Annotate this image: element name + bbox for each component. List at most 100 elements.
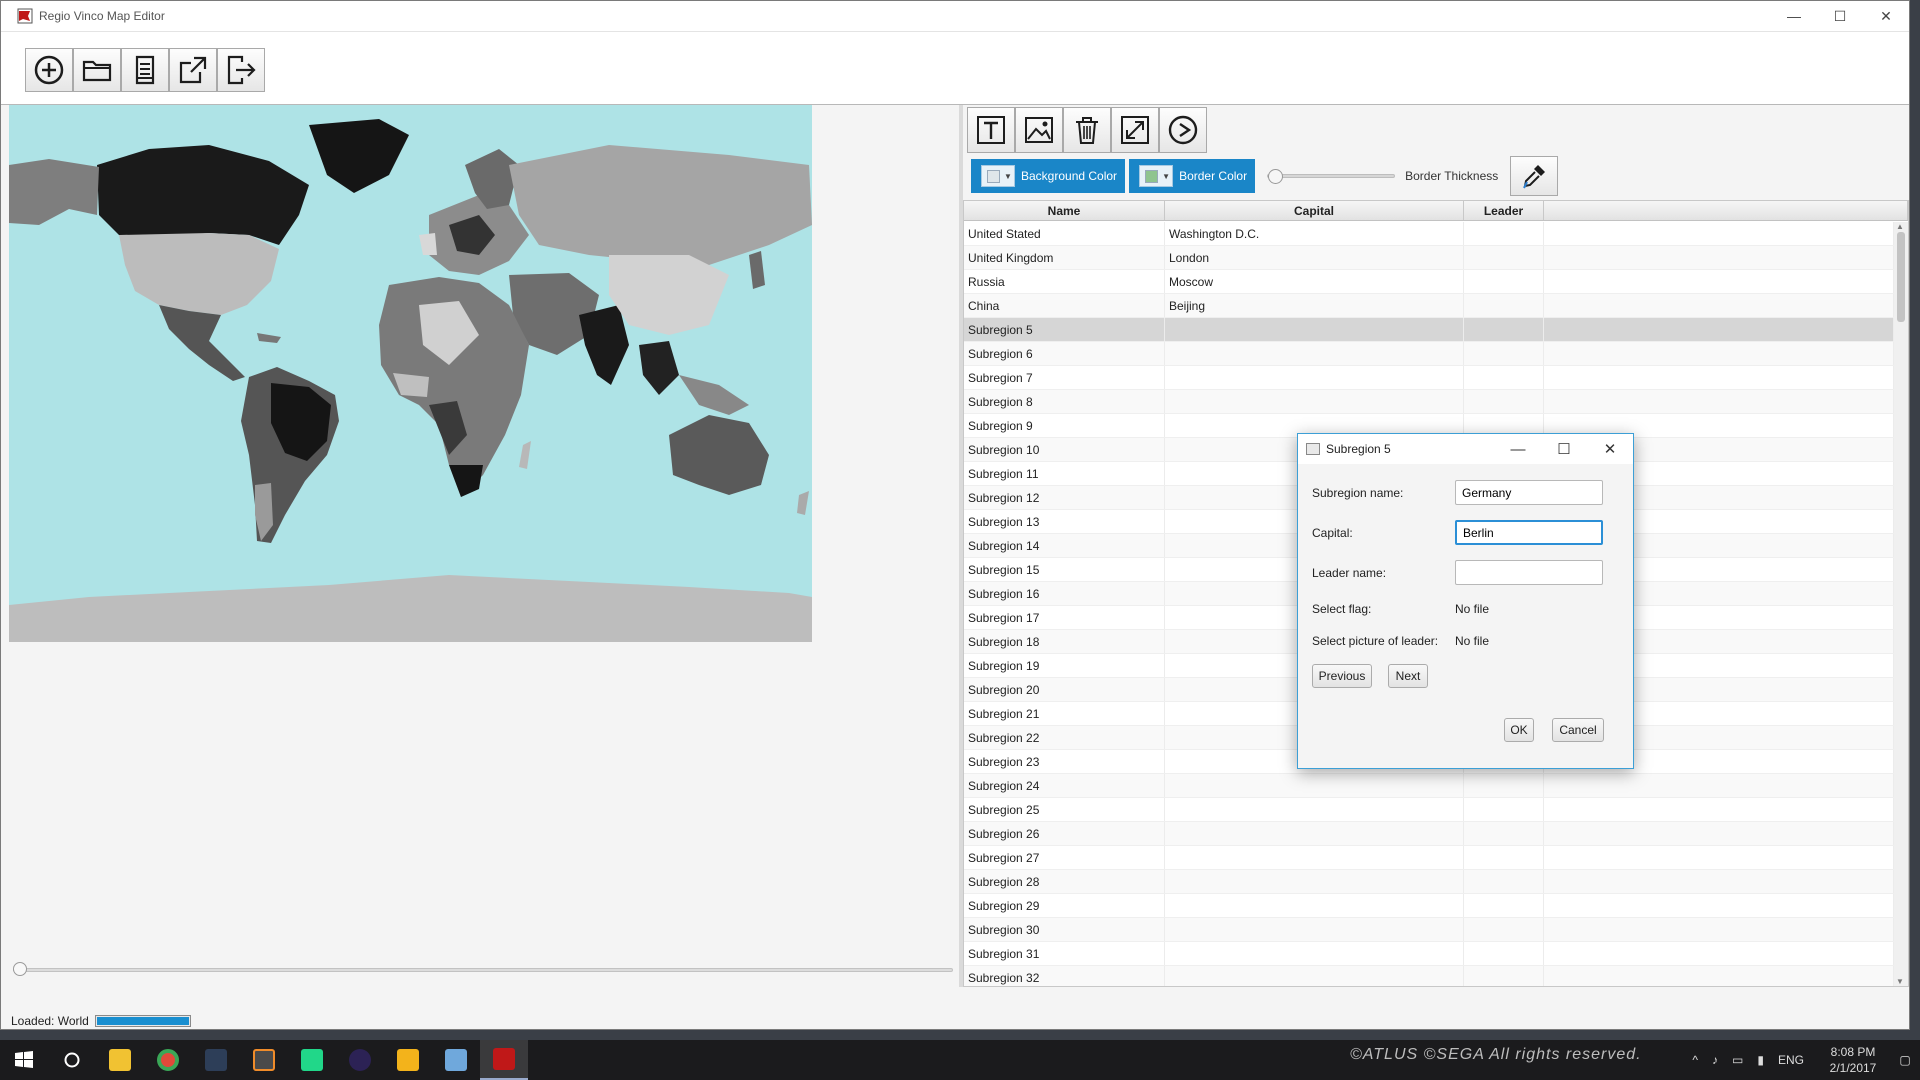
volume-icon[interactable]: ♪	[1712, 1053, 1718, 1067]
table-row[interactable]: Subregion 24	[964, 774, 1894, 798]
table-scrollbar[interactable]: ▲ ▼	[1894, 222, 1908, 986]
show-hidden-icons-icon[interactable]: ^	[1692, 1053, 1698, 1067]
border-thickness-control: Border Thickness	[1267, 169, 1498, 184]
resize-button[interactable]	[1111, 107, 1159, 153]
taskbar-regio-vinco[interactable]	[480, 1040, 528, 1080]
table-row[interactable]: Subregion 6	[964, 342, 1894, 366]
network-icon[interactable]: ▭	[1732, 1053, 1743, 1067]
next-button[interactable]: Next	[1388, 664, 1428, 688]
eyedropper-button[interactable]	[1510, 156, 1559, 196]
cell-name: Subregion 7	[964, 366, 1165, 389]
close-button[interactable]: ✕	[1863, 1, 1909, 32]
window-title: Regio Vinco Map Editor	[39, 9, 165, 23]
delete-button[interactable]	[1063, 107, 1111, 153]
cell-name: Subregion 22	[964, 726, 1165, 749]
flag-file-link[interactable]: No file	[1455, 602, 1489, 616]
taskbar-app-1[interactable]	[192, 1040, 240, 1080]
subregion-name-field[interactable]	[1455, 480, 1603, 505]
start-button[interactable]	[0, 1040, 48, 1080]
exit-button[interactable]	[217, 48, 265, 92]
maximize-button[interactable]: ☐	[1817, 1, 1863, 32]
table-row[interactable]: Subregion 26	[964, 822, 1894, 846]
cell-capital	[1165, 918, 1464, 941]
leader-name-field[interactable]	[1455, 560, 1603, 585]
table-row[interactable]: Russia Moscow	[964, 270, 1894, 294]
export-map-button[interactable]	[169, 48, 217, 92]
dialog-close-button[interactable]: ✕	[1587, 440, 1633, 458]
table-row[interactable]: Subregion 32	[964, 966, 1894, 986]
cancel-button[interactable]: Cancel	[1552, 718, 1604, 742]
title-bar: Regio Vinco Map Editor — ☐ ✕	[1, 1, 1909, 32]
cell-name: China	[964, 294, 1165, 317]
border-color-picker[interactable]: ▼ Border Color	[1129, 159, 1256, 193]
border-color-swatch	[1145, 169, 1159, 183]
border-thickness-thumb[interactable]	[1268, 169, 1284, 184]
battery-icon[interactable]: ▮	[1757, 1053, 1764, 1067]
cell-name: Subregion 24	[964, 774, 1165, 797]
taskbar-eclipse[interactable]	[336, 1040, 384, 1080]
previous-button[interactable]: Previous	[1312, 664, 1372, 688]
trash-icon	[1076, 117, 1098, 144]
table-row[interactable]: Subregion 28	[964, 870, 1894, 894]
dialog-minimize-button[interactable]: —	[1495, 441, 1541, 458]
scroll-down-icon[interactable]: ▼	[1896, 977, 1904, 986]
cell-capital: Moscow	[1165, 270, 1464, 293]
add-image-button[interactable]	[1015, 107, 1063, 153]
cell-name: Subregion 20	[964, 678, 1165, 701]
table-row[interactable]: Subregion 31	[964, 942, 1894, 966]
minimize-button[interactable]: —	[1771, 1, 1817, 32]
taskbar-sublime[interactable]	[240, 1040, 288, 1080]
resize-icon	[1121, 116, 1149, 144]
save-map-button[interactable]	[121, 48, 169, 92]
system-clock[interactable]: 8:08 PM 2/1/2017	[1816, 1044, 1890, 1076]
open-map-button[interactable]	[73, 48, 121, 92]
zoom-slider[interactable]	[13, 962, 953, 976]
border-thickness-slider[interactable]	[1267, 169, 1396, 184]
table-row[interactable]: Subregion 29	[964, 894, 1894, 918]
language-indicator[interactable]: ENG	[1778, 1053, 1804, 1067]
cell-name: Subregion 19	[964, 654, 1165, 677]
cell-name: Subregion 12	[964, 486, 1165, 509]
table-row[interactable]: Subregion 30	[964, 918, 1894, 942]
action-center-icon[interactable]: ▢	[1890, 1053, 1920, 1067]
folder-icon	[109, 1049, 131, 1071]
new-map-icon	[34, 55, 64, 85]
table-row[interactable]: Subregion 25	[964, 798, 1894, 822]
table-row[interactable]: Subregion 7	[964, 366, 1894, 390]
table-row[interactable]: Subregion 27	[964, 846, 1894, 870]
leader-picture-file-link[interactable]: No file	[1455, 634, 1489, 648]
select-leader-picture-label: Select picture of leader:	[1312, 634, 1439, 648]
column-header-leader[interactable]: Leader	[1464, 201, 1544, 220]
flag-row: Select flag: No file	[1312, 602, 1489, 616]
taskbar-chrome[interactable]	[144, 1040, 192, 1080]
scroll-up-icon[interactable]: ▲	[1896, 222, 1904, 231]
search-button[interactable]	[48, 1040, 96, 1080]
cortana-circle-icon	[64, 1052, 80, 1068]
table-row[interactable]: Subregion 5	[964, 318, 1894, 342]
taskbar-pycharm[interactable]	[288, 1040, 336, 1080]
add-text-button[interactable]	[967, 107, 1015, 153]
world-map-canvas[interactable]	[9, 105, 812, 642]
taskbar-file-explorer[interactable]	[96, 1040, 144, 1080]
zoom-slider-thumb[interactable]	[13, 962, 27, 976]
subregion-name-row: Subregion name:	[1312, 480, 1603, 505]
chrome-icon	[157, 1049, 179, 1071]
dialog-maximize-button[interactable]: ☐	[1541, 440, 1587, 458]
ok-button[interactable]: OK	[1504, 718, 1534, 742]
table-header: Name Capital Leader	[964, 201, 1908, 221]
capital-field[interactable]	[1455, 520, 1603, 545]
play-button[interactable]	[1159, 107, 1207, 153]
status-text: Loaded: World	[11, 1014, 89, 1028]
column-header-capital[interactable]: Capital	[1165, 201, 1464, 220]
background-color-label: Background Color	[1021, 169, 1118, 183]
taskbar-app-2[interactable]	[384, 1040, 432, 1080]
table-row[interactable]: China Beijing	[964, 294, 1894, 318]
column-header-name[interactable]: Name	[964, 201, 1165, 220]
scrollbar-thumb[interactable]	[1897, 232, 1905, 322]
table-row[interactable]: Subregion 8	[964, 390, 1894, 414]
table-row[interactable]: United Kingdom London	[964, 246, 1894, 270]
table-row[interactable]: United Stated Washington D.C.	[964, 222, 1894, 246]
taskbar-app-3[interactable]	[432, 1040, 480, 1080]
new-map-button[interactable]	[25, 48, 73, 92]
background-color-picker[interactable]: ▼ Background Color	[971, 159, 1126, 193]
